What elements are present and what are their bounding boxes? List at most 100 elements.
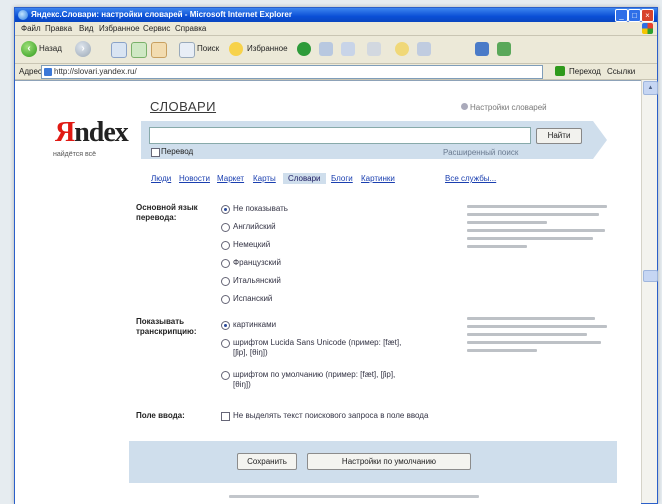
windows-flag-icon	[642, 23, 653, 34]
address-input[interactable]: http://slovari.yandex.ru/	[41, 65, 543, 79]
search-checkbox[interactable]	[151, 148, 160, 157]
language-label-line1: Основной язык	[136, 203, 198, 212]
advanced-search-link[interactable]: Расширенный поиск	[443, 148, 518, 157]
title-bar[interactable]: Яндекс.Словари: настройки словарей - Mic…	[15, 8, 657, 22]
language-help-text	[467, 205, 617, 248]
radio-language-3[interactable]	[221, 259, 230, 268]
option-language-3: Французский	[233, 258, 281, 267]
address-label: Адрес	[19, 67, 42, 76]
research-icon[interactable]	[475, 42, 489, 56]
forward-arrow-icon[interactable]: ›	[75, 41, 91, 57]
scroll-up-icon[interactable]: ▲	[643, 81, 658, 95]
home-icon[interactable]	[151, 42, 167, 58]
option-transcription-0: картинками	[233, 320, 277, 329]
go-arrow-icon[interactable]	[555, 66, 565, 76]
input-field-checkbox-label: Не выделять текст поискового запроса в п…	[233, 411, 429, 420]
favorites-star-icon[interactable]	[229, 42, 243, 56]
option-transcription-2-line2: [θiŋ])	[233, 380, 251, 389]
menu-edit[interactable]: Правка	[45, 24, 72, 33]
toolbar: ‹ Назад › Поиск Избранное	[15, 36, 657, 64]
radio-language-1[interactable]	[221, 223, 230, 232]
search-label[interactable]: Поиск	[197, 44, 219, 53]
reset-defaults-button[interactable]: Настройки по умолчанию	[307, 453, 471, 470]
links-button[interactable]: Ссылки	[607, 67, 635, 76]
address-bar: Адрес http://slovari.yandex.ru/ Переход …	[15, 64, 657, 80]
option-language-2: Немецкий	[233, 240, 271, 249]
mail-icon[interactable]	[341, 42, 355, 56]
menu-view[interactable]: Вид	[79, 24, 93, 33]
favorites-label[interactable]: Избранное	[247, 44, 288, 53]
refresh-icon[interactable]	[131, 42, 147, 58]
option-transcription-2-line1: шрифтом по умолчанию (пример: [fæt], [ʃi…	[233, 370, 396, 379]
settings-icon	[461, 103, 468, 110]
logo-rest: ndex	[74, 117, 129, 148]
address-url: http://slovari.yandex.ru/	[54, 67, 137, 76]
input-field-checkbox[interactable]	[221, 412, 230, 421]
tab-maps[interactable]: Карты	[253, 174, 276, 183]
history-icon[interactable]	[319, 42, 333, 56]
messenger-icon[interactable]	[395, 42, 409, 56]
radio-language-2[interactable]	[221, 241, 230, 250]
tune-link[interactable]: Настройки словарей	[470, 103, 547, 112]
yandex-logo[interactable]: Яndex	[55, 117, 129, 149]
page-title[interactable]: СЛОВАРИ	[150, 99, 216, 114]
media-icon[interactable]	[297, 42, 311, 56]
menu-file[interactable]: Файл	[21, 24, 41, 33]
option-transcription-2: шрифтом по умолчанию (пример: [fæt], [ʃi…	[233, 370, 395, 390]
page-icon	[44, 68, 52, 76]
radio-language-0[interactable]	[221, 205, 230, 214]
go-button[interactable]: Переход	[569, 67, 601, 76]
minimize-button[interactable]: _	[615, 9, 628, 22]
logo-slogan: найдётся всё	[53, 151, 97, 158]
transcription-label-line2: транскрипцию:	[136, 327, 197, 336]
discuss-icon[interactable]	[497, 42, 511, 56]
page-content: СЛОВАРИ Настройки словарей Яndex найдётс…	[15, 80, 641, 504]
transcription-help-text	[467, 317, 617, 352]
window-title: Яндекс.Словари: настройки словарей - Mic…	[31, 10, 292, 19]
input-field-label: Поле ввода:	[136, 411, 185, 420]
scroll-thumb[interactable]	[643, 270, 658, 282]
logo-ya: Я	[55, 117, 75, 148]
radio-language-4[interactable]	[221, 277, 230, 286]
stop-icon[interactable]	[111, 42, 127, 58]
search-checkbox-label: Перевод	[161, 147, 194, 156]
menu-favorites[interactable]: Избранное	[99, 24, 140, 33]
print-icon[interactable]	[367, 42, 381, 56]
maximize-button[interactable]: □	[628, 9, 641, 22]
menu-help[interactable]: Справка	[175, 24, 206, 33]
option-transcription-1: шрифтом Lucida Sans Unicode (пример: [fæ…	[233, 338, 401, 358]
tab-market[interactable]: Маркет	[217, 174, 244, 183]
tab-all-services[interactable]: Все службы...	[445, 174, 496, 183]
radio-transcription-0[interactable]	[221, 321, 230, 330]
language-label-line2: перевода:	[136, 213, 177, 222]
save-button[interactable]: Сохранить	[237, 453, 297, 470]
back-label[interactable]: Назад	[39, 44, 62, 53]
option-language-0: Не показывать	[233, 204, 288, 213]
browser-window: Яндекс.Словари: настройки словарей - Mic…	[14, 7, 658, 504]
back-arrow-icon[interactable]: ‹	[21, 41, 37, 57]
option-transcription-1-line1: шрифтом Lucida Sans Unicode (пример: [fæ…	[233, 338, 402, 347]
search-input[interactable]	[149, 127, 531, 144]
option-language-4: Итальянский	[233, 276, 281, 285]
search-button[interactable]: Найти	[536, 128, 582, 144]
menu-tools[interactable]: Сервис	[143, 24, 170, 33]
tab-dictionaries[interactable]: Словари	[283, 173, 326, 184]
radio-transcription-2[interactable]	[221, 371, 230, 380]
radio-language-5[interactable]	[221, 295, 230, 304]
tab-news[interactable]: Новости	[179, 174, 210, 183]
transcription-label-line1: Показывать	[136, 317, 185, 326]
close-button[interactable]: ×	[641, 9, 654, 22]
tab-images[interactable]: Картинки	[361, 174, 395, 183]
search-panel-arrow	[593, 121, 607, 159]
vertical-scrollbar[interactable]: ▲	[641, 80, 658, 503]
menu-bar: Файл Правка Вид Избранное Сервис Справка	[15, 22, 657, 36]
option-language-1: Английский	[233, 222, 276, 231]
tab-blogs[interactable]: Блоги	[331, 174, 353, 183]
edit-icon[interactable]	[417, 42, 431, 56]
option-language-5: Испанский	[233, 294, 273, 303]
search-icon[interactable]	[179, 42, 195, 58]
language-label: Основной язык перевода:	[136, 203, 198, 223]
internet-explorer-icon	[18, 10, 28, 20]
radio-transcription-1[interactable]	[221, 339, 230, 348]
tab-people[interactable]: Люди	[151, 174, 171, 183]
